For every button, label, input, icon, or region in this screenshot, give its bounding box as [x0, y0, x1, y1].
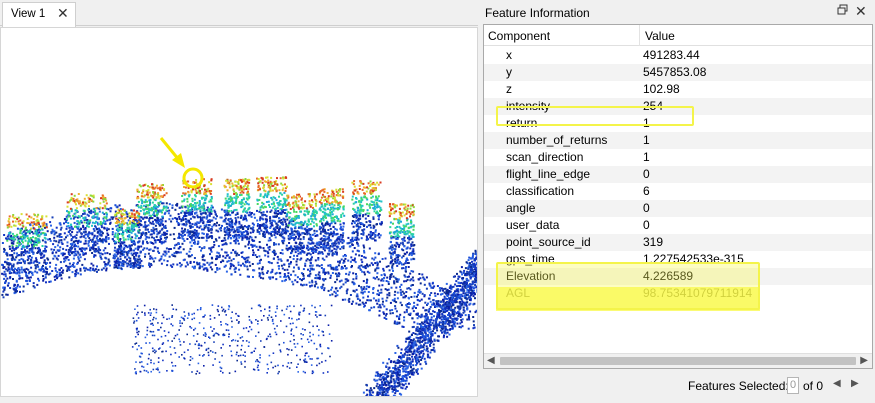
- next-feature-icon[interactable]: ▶: [851, 378, 859, 389]
- component-cell: classification: [506, 184, 575, 198]
- value-cell: 1: [643, 133, 650, 147]
- scroll-right-icon[interactable]: ▶: [860, 355, 868, 366]
- table-row[interactable]: gps_time 1.227542533e-315: [484, 251, 872, 268]
- table-body: x 491283.44 y 5457853.08 z 102.98 intensity 254…: [484, 47, 872, 302]
- component-cell: point_source_id: [506, 235, 591, 249]
- features-selected-label: Features Selected:: [688, 379, 789, 393]
- feature-table: Component Value x 491283.44 y 5457853.08 z 10…: [483, 24, 873, 369]
- view-tab-bar: View 1 ✕: [0, 0, 478, 27]
- table-row[interactable]: point_source_id 319: [484, 234, 872, 251]
- app-window: View 1 ✕ Feature Information ✕ Component…: [0, 0, 875, 403]
- panel-title: Feature Information: [485, 6, 590, 20]
- close-tab-icon[interactable]: ✕: [57, 5, 69, 22]
- table-row[interactable]: y 5457853.08: [484, 64, 872, 81]
- component-cell: x: [506, 48, 512, 62]
- table-row[interactable]: angle 0: [484, 200, 872, 217]
- value-cell: 0: [643, 218, 650, 232]
- table-row[interactable]: z 102.98: [484, 81, 872, 98]
- component-cell: Elevation: [506, 269, 556, 283]
- component-cell: flight_line_edge: [506, 167, 591, 181]
- agl-highlight-fill: [496, 287, 760, 311]
- component-cell: y: [506, 65, 512, 79]
- panel-title-bar: Feature Information ✕: [481, 2, 875, 24]
- component-cell: scan_direction: [506, 150, 584, 164]
- table-row[interactable]: user_data 0: [484, 217, 872, 234]
- scrollbar-thumb[interactable]: [500, 357, 856, 365]
- component-cell: number_of_returns: [506, 133, 608, 147]
- component-cell: intensity: [506, 99, 551, 113]
- point-cloud-canvas: [1, 137, 477, 396]
- component-cell: z: [506, 82, 512, 96]
- table-row[interactable]: x 491283.44: [484, 47, 872, 64]
- value-cell: 4.226589: [643, 269, 694, 283]
- column-divider[interactable]: [639, 25, 640, 46]
- table-row[interactable]: Elevation 4.226589: [484, 268, 872, 285]
- value-cell: 1: [643, 150, 650, 164]
- value-cell: 6: [643, 184, 650, 198]
- close-icon[interactable]: ✕: [855, 3, 867, 20]
- component-cell: user_data: [506, 218, 560, 232]
- tab-label: View 1: [11, 8, 46, 20]
- value-cell: 254: [643, 99, 664, 113]
- selected-index-field[interactable]: 0: [787, 377, 799, 394]
- features-total-text: of 0: [803, 379, 824, 393]
- component-cell: gps_time: [506, 252, 555, 266]
- value-cell: 0: [643, 167, 650, 181]
- value-cell: 319: [643, 235, 664, 249]
- feature-information-panel: Feature Information ✕ Component Value x 4…: [481, 0, 875, 372]
- value-cell: 0: [643, 201, 650, 215]
- column-header-value[interactable]: Value: [645, 29, 675, 43]
- value-cell: 5457853.08: [643, 65, 707, 79]
- table-row[interactable]: classification 6: [484, 183, 872, 200]
- point-cloud-viewport[interactable]: [0, 27, 478, 397]
- tab-view-1[interactable]: View 1 ✕: [2, 2, 76, 27]
- column-header-component[interactable]: Component: [488, 29, 550, 43]
- selection-footer: Features Selected: 0 of 0 ◀ ▶: [481, 374, 875, 398]
- table-row[interactable]: return 1: [484, 115, 872, 132]
- component-cell: return: [506, 116, 538, 130]
- value-cell: 1.227542533e-315: [643, 252, 744, 266]
- value-cell: 491283.44: [643, 48, 700, 62]
- component-cell: angle: [506, 201, 536, 215]
- table-row[interactable]: scan_direction 1: [484, 149, 872, 166]
- horizontal-scrollbar[interactable]: ◀ ▶: [484, 353, 872, 368]
- value-cell: 102.98: [643, 82, 680, 96]
- table-row[interactable]: flight_line_edge 0: [484, 166, 872, 183]
- table-header: Component Value: [484, 25, 872, 46]
- table-row[interactable]: intensity 254: [484, 98, 872, 115]
- table-row[interactable]: number_of_returns 1: [484, 132, 872, 149]
- previous-feature-icon[interactable]: ◀: [833, 378, 841, 389]
- value-cell: 1: [643, 116, 650, 130]
- scroll-left-icon[interactable]: ◀: [487, 355, 495, 366]
- restore-icon[interactable]: [837, 4, 849, 18]
